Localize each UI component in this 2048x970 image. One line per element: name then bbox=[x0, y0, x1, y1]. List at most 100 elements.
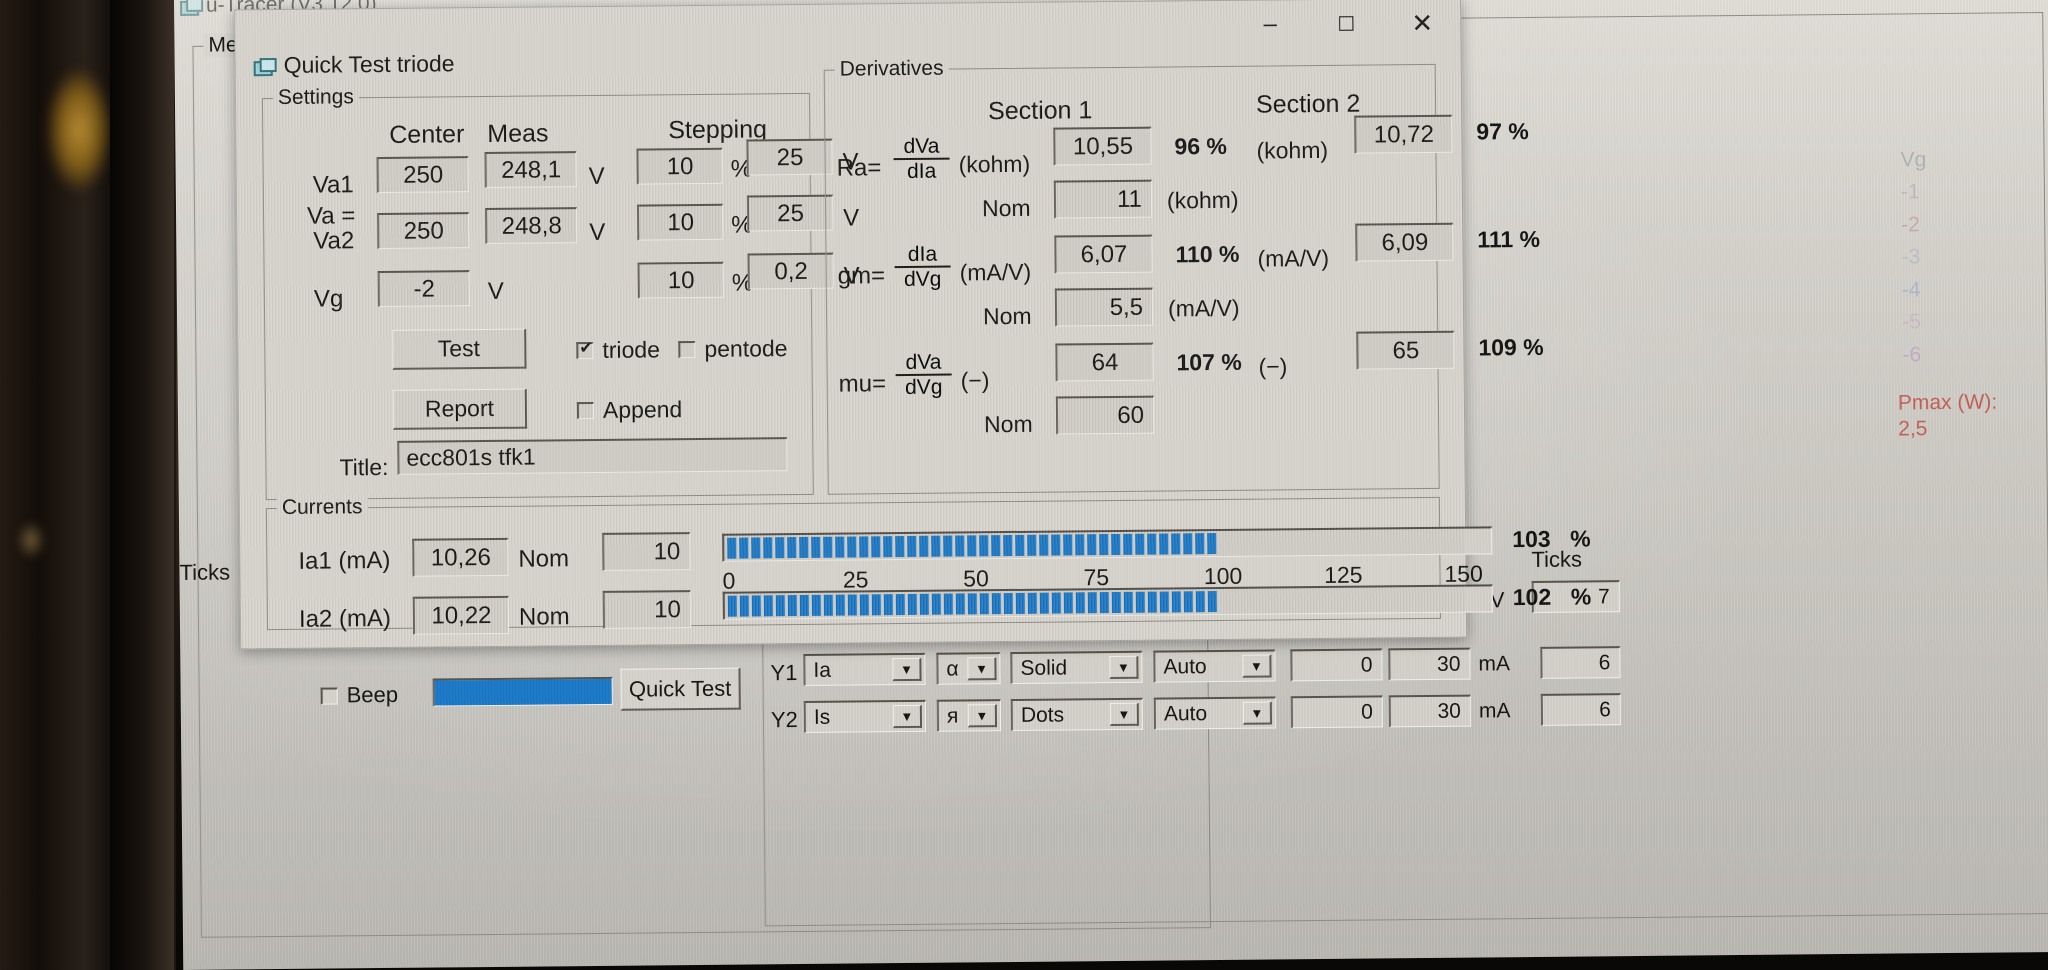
deriv-section1-pct-0: 96 % bbox=[1174, 132, 1228, 160]
current-gauge-segment bbox=[1147, 533, 1157, 555]
settings-col-center: Center bbox=[389, 120, 465, 149]
chevron-down-icon[interactable]: ▼ bbox=[967, 704, 998, 728]
current-gauge-segment bbox=[739, 537, 749, 559]
chevron-down-icon[interactable]: ▼ bbox=[1109, 702, 1140, 727]
current-gauge-segment bbox=[859, 594, 869, 616]
current-gauge-segment bbox=[1195, 533, 1205, 555]
beep-checkbox[interactable]: Beep bbox=[320, 682, 399, 709]
deriv-unit2-1: (mA/V) bbox=[1257, 244, 1330, 272]
current-gauge-segment bbox=[799, 594, 809, 617]
step-abs-input-Va1[interactable]: 25 bbox=[746, 138, 833, 176]
current-gauge-segment bbox=[739, 595, 749, 617]
current-gauge-segment bbox=[1135, 533, 1145, 555]
deriv-nom-label-2: Nom bbox=[983, 410, 1033, 438]
triode-checkbox-box[interactable] bbox=[576, 341, 594, 360]
current-gauge-segment bbox=[871, 536, 881, 558]
axis-symbol-select-Y2[interactable]: ᴙ ▼ bbox=[936, 699, 1002, 732]
deriv-section1-value-2[interactable]: 64 bbox=[1055, 342, 1154, 382]
center-input-Va2[interactable]: 250 bbox=[377, 212, 470, 250]
current-nom-input-1[interactable]: 10 bbox=[602, 590, 692, 629]
axis-symbol-select-Y1[interactable]: α ▼ bbox=[936, 652, 1001, 685]
title-input[interactable]: ecc801s tfk1 bbox=[397, 437, 788, 475]
beep-checkbox-box[interactable] bbox=[320, 686, 338, 705]
monitor-screen: u-Tracer (V3.12.0) Measurement Set-Up Cu… bbox=[174, 0, 2048, 970]
axis-scaling-select-Y2[interactable]: Auto ▼ bbox=[1153, 696, 1277, 730]
current-gauge-segment bbox=[1183, 533, 1193, 555]
deriv-section2-value-1[interactable]: 6,09 bbox=[1355, 222, 1454, 262]
center-input-Va1[interactable]: 250 bbox=[376, 156, 469, 194]
current-gauge-segment bbox=[847, 594, 857, 616]
current-gauge-segment bbox=[1207, 533, 1217, 555]
current-gauge-segment bbox=[1111, 533, 1121, 556]
axis-min-input-Y1[interactable]: 0 bbox=[1290, 648, 1383, 682]
vg-legend: Vg -1 -2 -3 -4 -5 -6 bbox=[1901, 148, 1929, 372]
axis-max-input-Y2[interactable]: 30 bbox=[1388, 694, 1472, 728]
deriv-nom-label-0: Nom bbox=[981, 194, 1031, 222]
chevron-down-icon[interactable]: ▼ bbox=[967, 657, 997, 681]
axis-extra-input-Y1[interactable]: 6 bbox=[1540, 646, 1621, 679]
center-input-Vg[interactable]: -2 bbox=[377, 270, 470, 308]
settings-row-label-Va1: Va1 bbox=[312, 171, 354, 199]
current-gauge-segment bbox=[967, 535, 977, 557]
pentode-checkbox[interactable]: pentode bbox=[678, 335, 788, 363]
chevron-down-icon[interactable]: ▼ bbox=[892, 704, 923, 729]
axis-min-input-Y2[interactable]: 0 bbox=[1290, 695, 1384, 729]
progress-bar bbox=[432, 676, 613, 707]
deriv-section2-value-2[interactable]: 65 bbox=[1356, 330, 1455, 370]
deriv-nom-input-0[interactable]: 11 bbox=[1053, 179, 1153, 219]
axis-source-select-Y1[interactable]: Ia ▼ bbox=[803, 652, 926, 686]
current-gauge-segment bbox=[1015, 592, 1025, 614]
deriv-section1-value-1[interactable]: 6,07 bbox=[1054, 234, 1153, 274]
chevron-down-icon[interactable]: ▼ bbox=[1242, 654, 1272, 678]
deriv-fraction-denominator-2: dVg bbox=[904, 376, 943, 400]
pentode-checkbox-box[interactable] bbox=[678, 341, 696, 359]
deriv-fraction-numerator-0: dVa bbox=[903, 134, 940, 159]
current-gauge-segment bbox=[1123, 591, 1133, 613]
append-checkbox[interactable]: Append bbox=[576, 396, 683, 424]
triode-checkbox[interactable]: triode bbox=[576, 336, 660, 364]
chevron-down-icon[interactable]: ▼ bbox=[892, 657, 922, 682]
current-gauge-segment bbox=[799, 536, 809, 559]
current-nom-label-0: Nom bbox=[518, 545, 570, 573]
current-gauge-segment bbox=[979, 535, 989, 557]
axis-max-input-Y1[interactable]: 30 bbox=[1388, 647, 1471, 681]
deriv-nom-input-2[interactable]: 60 bbox=[1055, 395, 1155, 435]
chevron-down-icon[interactable]: ▼ bbox=[1109, 655, 1139, 680]
step-pct-input-Vg[interactable]: 10 bbox=[637, 261, 724, 299]
axis-extra-input-Y2[interactable]: 6 bbox=[1540, 693, 1622, 726]
current-gauge-segment bbox=[1003, 592, 1013, 615]
axis-unit-Y1: mA bbox=[1478, 652, 1511, 676]
current-nom-input-0[interactable]: 10 bbox=[602, 532, 691, 571]
current-gauge-segment bbox=[775, 595, 785, 617]
report-button[interactable]: Report bbox=[392, 388, 528, 430]
axis-symbol-value-Y1: α bbox=[946, 656, 959, 681]
axis-scaling-select-Y1[interactable]: Auto ▼ bbox=[1153, 649, 1276, 683]
deriv-nom-input-1[interactable]: 5,5 bbox=[1054, 287, 1154, 327]
current-gauge-segment bbox=[787, 595, 797, 617]
settings-row-label-Va2: Va2 bbox=[313, 227, 355, 255]
axis-source-select-Y2[interactable]: Is ▼ bbox=[803, 699, 927, 733]
step-abs-input-Vg[interactable]: 0,2 bbox=[747, 252, 834, 290]
current-gauge-segment bbox=[835, 536, 845, 558]
step-pct-input-Va2[interactable]: 10 bbox=[636, 203, 724, 241]
deriv-section1-value-0[interactable]: 10,55 bbox=[1053, 126, 1152, 166]
quick-test-button[interactable]: Quick Test bbox=[620, 667, 741, 711]
test-button[interactable]: Test bbox=[392, 328, 527, 370]
close-button[interactable]: ✕ bbox=[1384, 0, 1460, 47]
chevron-down-icon[interactable]: ▼ bbox=[1242, 701, 1273, 725]
append-checkbox-box[interactable] bbox=[576, 401, 595, 420]
step-pct-input-Va1[interactable]: 10 bbox=[636, 147, 723, 185]
deriv-fraction-numerator-1: dIa bbox=[907, 242, 938, 266]
maximize-button[interactable]: ☐ bbox=[1308, 0, 1384, 48]
axis-style-select-Y1[interactable]: Solid ▼ bbox=[1010, 650, 1143, 685]
deriv-nom-unit-0: (kohm) bbox=[1166, 186, 1239, 214]
current-gauge-segment bbox=[895, 594, 905, 616]
step-abs-input-Va2[interactable]: 25 bbox=[746, 194, 834, 232]
minimize-button[interactable]: – bbox=[1232, 0, 1308, 49]
deriv-section2-value-0[interactable]: 10,72 bbox=[1354, 114, 1453, 154]
current-gauge-segment bbox=[979, 593, 989, 615]
vg-legend-title: Vg bbox=[1900, 148, 1927, 172]
current-label-0: Ia1 (mA) bbox=[298, 546, 391, 575]
axis-style-select-Y2[interactable]: Dots ▼ bbox=[1010, 697, 1144, 731]
current-gauge-segment bbox=[763, 595, 773, 617]
